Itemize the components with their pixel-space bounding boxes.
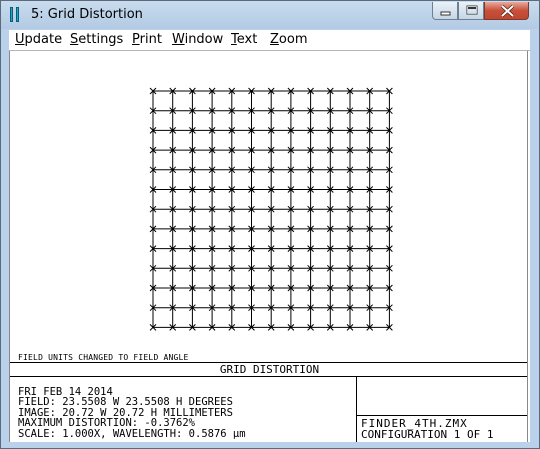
minimize-button[interactable] [432, 2, 458, 20]
menu-label-accelerator: U [15, 32, 25, 47]
distortion-grid [149, 87, 393, 331]
menu-update[interactable]: Update [15, 32, 62, 47]
menu-print[interactable]: Print [132, 32, 162, 47]
menu-label-accelerator: P [132, 32, 140, 47]
close-button[interactable] [484, 2, 529, 20]
menu-label: ettings [78, 32, 124, 47]
field-units-note: FIELD UNITS CHANGED TO FIELD ANGLE [18, 353, 189, 362]
menu-window[interactable]: Window [172, 32, 223, 47]
menu-text[interactable]: Text [231, 32, 257, 47]
menu-label: indow [184, 32, 224, 47]
menu-label: ext [236, 32, 258, 47]
menu-settings[interactable]: Settings [70, 32, 123, 47]
maximize-icon [466, 5, 478, 15]
divider [10, 376, 527, 377]
configuration-label: CONFIGURATION 1 OF 1 [361, 428, 494, 441]
menu-label-accelerator: W [172, 32, 185, 47]
plot-info-block: FRI FEB 14 2014 FIELD: 23.5508 W 23.5508 … [18, 387, 246, 440]
minimize-icon [440, 11, 451, 16]
menu-bar: Update Settings Print Window Text Zoom [9, 30, 530, 51]
menu-label-accelerator: Z [270, 32, 279, 47]
menu-label: oom [278, 32, 308, 47]
menu-label: rint [139, 32, 162, 47]
client-area: Update Settings Print Window Text Zoom FIELD … [9, 30, 530, 442]
title-bar[interactable]: 5: Grid Distortion [1, 1, 539, 29]
menu-zoom[interactable]: Zoom [270, 32, 307, 47]
maximize-button[interactable] [458, 2, 484, 20]
divider [356, 376, 357, 442]
window-title: 5: Grid Distortion [31, 7, 143, 22]
grid-distortion-plot: FIELD UNITS CHANGED TO FIELD ANGLE GRID … [9, 51, 528, 442]
plot-title: GRID DISTORTION [219, 363, 320, 376]
divider [356, 415, 527, 416]
info-line: SCALE: 1.000X, WAVELENGTH: 0.5876 µm [18, 427, 246, 440]
app-icon [10, 7, 22, 22]
close-icon [500, 4, 515, 18]
menu-label: pdate [24, 32, 63, 47]
app-window: 5: Grid Distortion Update Settings Print Wi… [0, 0, 540, 449]
